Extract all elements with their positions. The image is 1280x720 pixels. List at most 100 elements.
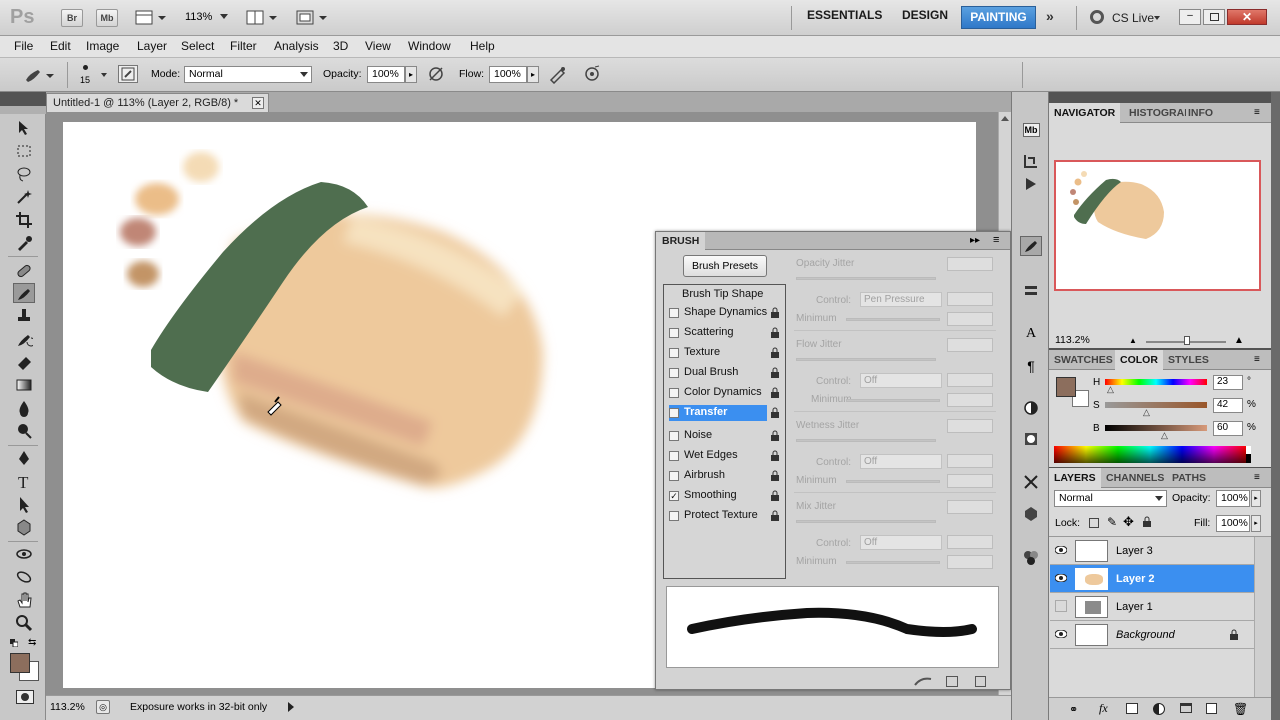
grid-toggle-icon[interactable] (946, 676, 958, 687)
smoothing-item[interactable]: ✓ Smoothing (669, 488, 779, 506)
scattering-item[interactable]: Scattering (669, 325, 779, 343)
workspace-painting[interactable]: PAINTING (961, 6, 1036, 29)
arrange-documents-button[interactable] (245, 9, 281, 27)
tab-color[interactable]: COLOR (1115, 350, 1163, 370)
saturation-slider-handle[interactable]: △ (1143, 407, 1150, 418)
color-dynamics-checkbox[interactable] (669, 388, 679, 398)
hue-slider[interactable] (1105, 379, 1207, 385)
visibility-eye-icon[interactable] (1055, 630, 1067, 638)
type-tool[interactable]: T (13, 471, 35, 491)
menu-filter[interactable]: Filter (230, 39, 257, 53)
zoom-level-select[interactable]: 113% (185, 11, 212, 23)
new-preset-icon[interactable] (975, 676, 986, 687)
brush-panel-icon[interactable] (1020, 236, 1042, 256)
opacity-jitter-slider[interactable] (796, 277, 936, 280)
minimum-slider-3[interactable] (846, 480, 940, 483)
new-layer-icon[interactable] (1206, 703, 1217, 714)
menu-window[interactable]: Window (408, 39, 451, 53)
dodge-tool[interactable] (13, 421, 35, 441)
wetness-jitter-slider[interactable] (796, 439, 936, 442)
actions-panel-icon[interactable] (1020, 174, 1042, 194)
white-chip[interactable] (1246, 446, 1251, 454)
airbrush-checkbox[interactable] (669, 471, 679, 481)
minimum-field-3[interactable] (947, 474, 993, 488)
marquee-tool[interactable] (13, 141, 35, 161)
paragraph-panel-icon[interactable]: ¶ (1020, 356, 1042, 376)
protect-texture-checkbox[interactable] (669, 511, 679, 521)
hue-input[interactable]: 23 (1213, 375, 1243, 390)
visibility-off-box[interactable] (1055, 600, 1067, 612)
cs-live-button[interactable]: CS Live (1112, 11, 1154, 25)
shape-tool[interactable] (13, 517, 35, 537)
healing-brush-tool[interactable] (13, 261, 35, 281)
lock-icon[interactable] (770, 347, 780, 359)
zoom-out-icon[interactable]: ▲ (1129, 336, 1137, 345)
minimum-field-4[interactable] (947, 555, 993, 569)
adjustments-panel-icon[interactable] (1020, 398, 1042, 418)
move-tool[interactable] (13, 118, 35, 138)
restore-button[interactable] (1203, 9, 1225, 25)
add-mask-icon[interactable] (1126, 703, 1138, 714)
flow-jitter-field[interactable] (947, 338, 993, 352)
control-select-2[interactable]: Off (860, 373, 942, 388)
scattering-checkbox[interactable] (669, 328, 679, 338)
pressure-opacity-button[interactable] (426, 64, 446, 84)
noise-item[interactable]: Noise (669, 428, 779, 446)
tool-preset-picker[interactable] (22, 64, 58, 86)
collapse-panel-icon[interactable]: ▸▸ (970, 235, 980, 246)
zoom-dropdown-icon[interactable] (220, 14, 228, 19)
3d-orbit-tool[interactable] (13, 567, 35, 587)
brush-tool[interactable] (13, 283, 35, 303)
blend-mode-select[interactable]: Normal (1054, 490, 1167, 507)
eyedropper-tool[interactable] (13, 233, 35, 253)
screen-mode-button[interactable] (295, 9, 331, 27)
new-group-icon[interactable] (1180, 703, 1192, 713)
tab-layers[interactable]: LAYERS (1049, 468, 1101, 488)
lock-icon[interactable] (770, 490, 780, 502)
airbrush-button[interactable] (548, 64, 568, 85)
airbrush-item[interactable]: Airbrush (669, 468, 779, 486)
shape-dynamics-checkbox[interactable] (669, 308, 679, 318)
minimum-field-1[interactable] (947, 312, 993, 326)
mini-bridge-panel-icon[interactable]: Mb (1020, 120, 1042, 140)
color-dynamics-item[interactable]: Color Dynamics (669, 385, 779, 403)
clone-stamp-tool[interactable] (13, 306, 35, 326)
zoom-in-icon[interactable]: ▲ (1234, 335, 1244, 346)
lock-icon[interactable] (770, 430, 780, 442)
foreground-color-chip[interactable] (1056, 377, 1076, 397)
control-select-3[interactable]: Off (860, 454, 942, 469)
close-tab-icon[interactable]: ✕ (252, 97, 264, 109)
wetness-jitter-field[interactable] (947, 419, 993, 433)
lock-image-icon[interactable]: ✎ (1107, 515, 1117, 529)
dual-brush-checkbox[interactable] (669, 368, 679, 378)
color-ramp[interactable] (1054, 446, 1246, 463)
lock-position-icon[interactable]: ✥ (1123, 514, 1134, 530)
view-extras-button[interactable] (134, 9, 170, 27)
link-layers-icon[interactable]: ⚭ (1069, 703, 1078, 716)
lock-icon[interactable] (770, 450, 780, 462)
lock-icon[interactable] (770, 510, 780, 522)
brush-preset-picker[interactable]: 15 (78, 62, 112, 88)
control-field-4[interactable] (947, 535, 993, 549)
workspace-essentials[interactable]: ESSENTIALS (807, 8, 882, 22)
shape-dynamics-item[interactable]: Shape Dynamics (669, 305, 779, 323)
noise-checkbox[interactable] (669, 431, 679, 441)
menu-3d[interactable]: 3D (333, 39, 348, 53)
menu-edit[interactable]: Edit (50, 39, 71, 53)
workspace-design[interactable]: DESIGN (902, 8, 948, 22)
bridge-button[interactable]: Br (61, 9, 83, 27)
tab-styles[interactable]: STYLES (1163, 350, 1214, 370)
opacity-input[interactable]: 100% (367, 66, 405, 83)
mix-jitter-slider[interactable] (796, 520, 936, 523)
delete-layer-icon[interactable]: 🗑 (1233, 702, 1248, 716)
navigator-thumbnail[interactable] (1054, 160, 1261, 291)
quick-selection-tool[interactable] (13, 187, 35, 207)
lock-icon[interactable] (770, 387, 780, 399)
wet-edges-checkbox[interactable] (669, 451, 679, 461)
tab-info[interactable]: INFO (1183, 103, 1218, 123)
hand-tool[interactable] (13, 590, 35, 610)
menu-analysis[interactable]: Analysis (274, 39, 319, 53)
menu-select[interactable]: Select (181, 39, 214, 53)
status-menu-icon[interactable] (288, 702, 294, 712)
pressure-size-button[interactable] (582, 64, 602, 84)
